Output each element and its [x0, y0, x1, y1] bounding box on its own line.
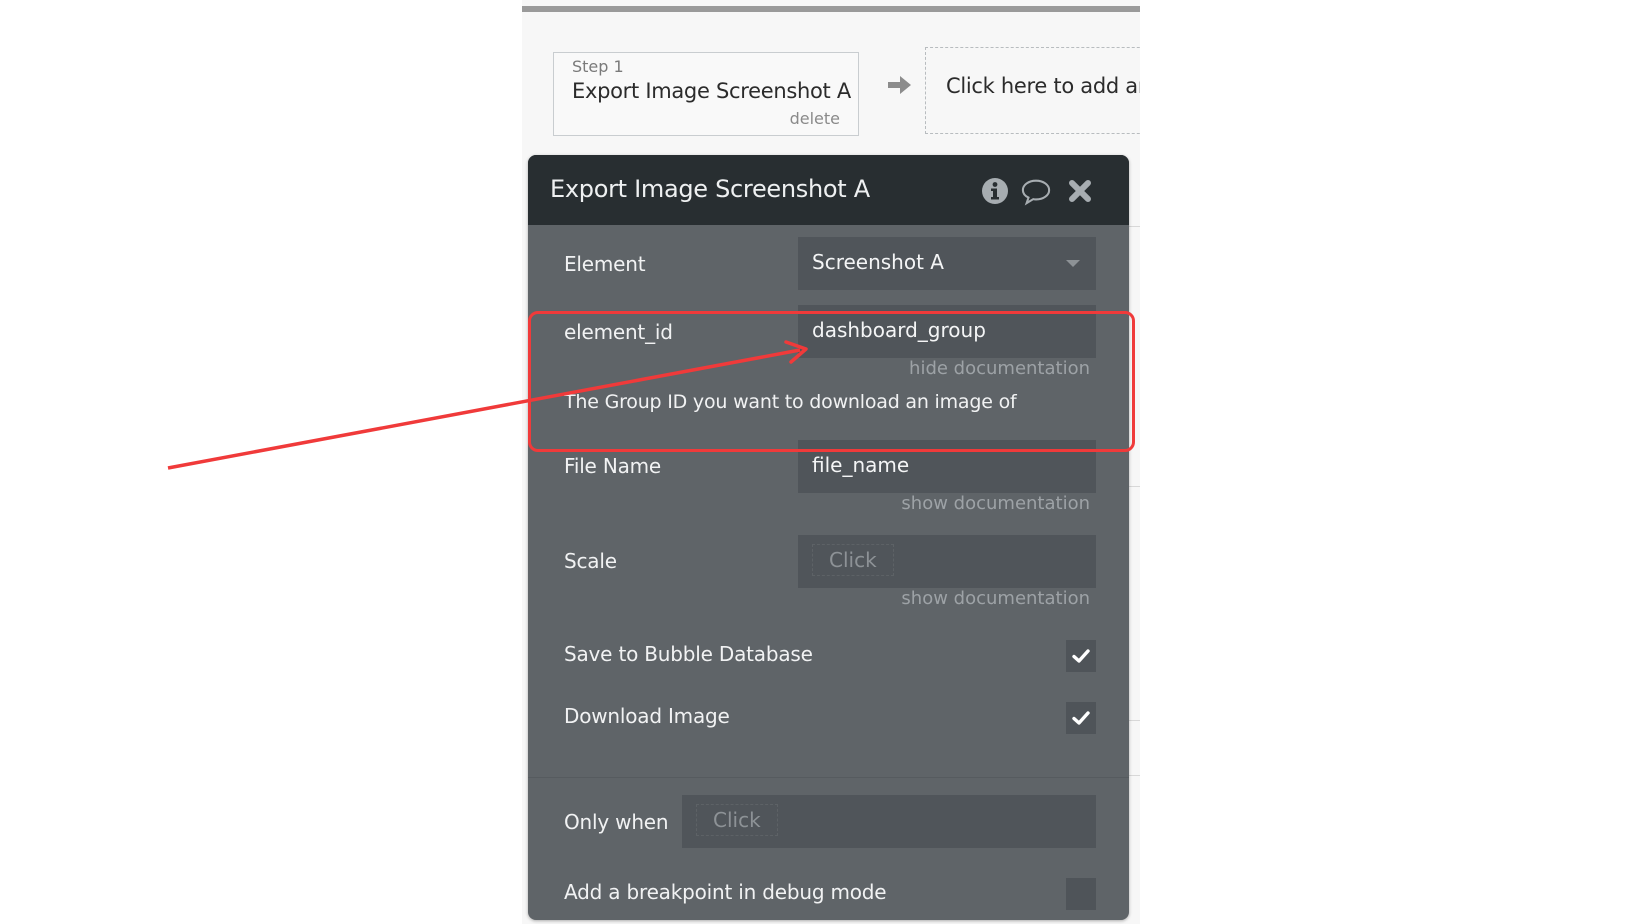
add-action-box[interactable]: Click here to add an [925, 47, 1140, 134]
element-dropdown-value: Screenshot A [812, 250, 944, 274]
close-icon[interactable] [1067, 178, 1093, 204]
scale-label: Scale [564, 549, 617, 573]
step-title: Export Image Screenshot A [572, 79, 851, 103]
section-divider [528, 777, 1129, 778]
file-name-input[interactable]: file_name [798, 440, 1096, 493]
background-divider [1128, 226, 1140, 227]
panel-title: Export Image Screenshot A [550, 175, 870, 203]
comment-icon[interactable] [1021, 176, 1051, 206]
download-image-label: Download Image [564, 704, 730, 728]
add-action-label: Click here to add an [946, 74, 1140, 98]
element-id-input[interactable]: dashboard_group [798, 305, 1096, 358]
only-when-placeholder[interactable]: Click [696, 804, 778, 836]
only-when-input[interactable]: Click [682, 795, 1096, 848]
action-properties-panel: Export Image Screenshot A Element Screen… [528, 155, 1129, 920]
save-to-db-checkbox[interactable] [1066, 640, 1096, 672]
element-id-value: dashboard_group [812, 318, 986, 342]
background-divider [1128, 775, 1140, 776]
file-name-label: File Name [564, 454, 662, 478]
info-icon[interactable] [980, 176, 1010, 206]
file-name-show-documentation-link[interactable]: show documentation [901, 493, 1090, 514]
workflow-step-card[interactable]: Step 1 Export Image Screenshot A delete [553, 52, 859, 136]
element-dropdown[interactable]: Screenshot A [798, 237, 1096, 290]
background-divider [1128, 720, 1140, 721]
scale-show-documentation-link[interactable]: show documentation [901, 588, 1090, 609]
download-image-checkbox[interactable] [1066, 702, 1096, 734]
hide-documentation-link[interactable]: hide documentation [909, 358, 1090, 379]
scale-placeholder[interactable]: Click [812, 544, 894, 576]
file-name-value: file_name [812, 453, 910, 477]
element-id-label: element_id [564, 320, 673, 344]
breakpoint-label: Add a breakpoint in debug mode [564, 880, 887, 904]
checkmark-icon [1072, 649, 1090, 663]
checkmark-icon [1072, 711, 1090, 725]
top-scroll-bar [522, 6, 1140, 12]
chevron-down-icon [1066, 260, 1080, 267]
element-label: Element [564, 252, 646, 276]
save-to-db-label: Save to Bubble Database [564, 642, 813, 666]
panel-header: Export Image Screenshot A [528, 155, 1129, 225]
scale-input[interactable]: Click [798, 535, 1096, 588]
only-when-label: Only when [564, 810, 669, 834]
arrow-right-icon [888, 76, 911, 94]
breakpoint-checkbox[interactable] [1066, 878, 1096, 910]
workflow-editor-screenshot: Step 1 Export Image Screenshot A delete … [522, 0, 1140, 924]
step-number: Step 1 [572, 57, 624, 76]
delete-step-link[interactable]: delete [790, 109, 840, 128]
background-divider [1128, 486, 1140, 487]
element-id-documentation: The Group ID you want to download an ima… [564, 391, 1017, 413]
